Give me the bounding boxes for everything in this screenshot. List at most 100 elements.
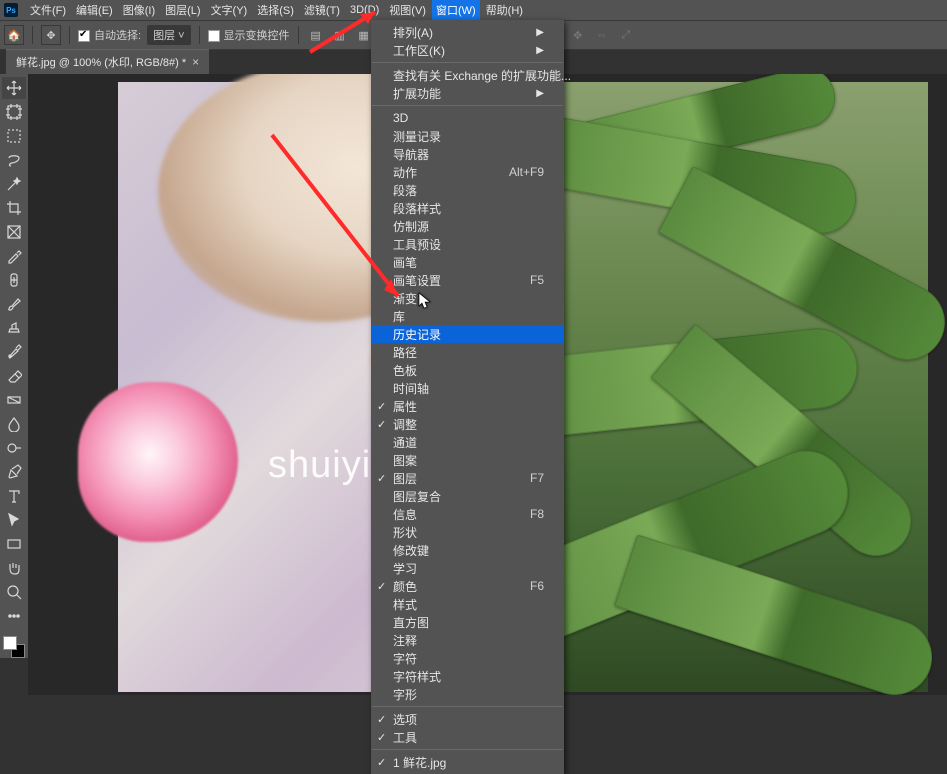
menu-item[interactable]: 图案 (371, 451, 564, 469)
menu-3d[interactable]: 3D(D) (346, 2, 383, 18)
menu-item-label: 排列(A) (393, 24, 433, 41)
eraser-tool[interactable] (2, 365, 26, 387)
lasso-tool[interactable] (2, 149, 26, 171)
hand-tool[interactable] (2, 557, 26, 579)
pen-tool[interactable] (2, 461, 26, 483)
spot-heal-tool[interactable] (2, 269, 26, 291)
menu-item[interactable]: 字符 (371, 649, 564, 667)
menu-item[interactable]: 导航器 (371, 145, 564, 163)
menu-item[interactable]: 色板 (371, 361, 564, 379)
menu-item[interactable]: ✓图层F7 (371, 469, 564, 487)
menu-item[interactable]: 直方图 (371, 613, 564, 631)
three-d-scale-icon: ⤢ (617, 26, 635, 44)
menu-item-label: 渐变 (393, 290, 417, 307)
menu-item-label: 调整 (393, 416, 417, 433)
clone-stamp-tool[interactable] (2, 317, 26, 339)
menu-item[interactable]: 字符样式 (371, 667, 564, 685)
menu-item[interactable]: 段落样式 (371, 199, 564, 217)
menu-filter[interactable]: 滤镜(T) (300, 0, 344, 20)
menu-item[interactable]: ✓1 鲜花.jpg (371, 753, 564, 771)
menu-item[interactable]: 3D (371, 109, 564, 127)
menu-item[interactable]: ✓属性 (371, 397, 564, 415)
menu-item[interactable]: 库 (371, 307, 564, 325)
menu-item[interactable]: 仿制源 (371, 217, 564, 235)
blur-tool[interactable] (2, 413, 26, 435)
edit-toolbar-icon[interactable] (2, 605, 26, 627)
align-right-icon[interactable]: ▦ (355, 26, 373, 44)
menu-item[interactable]: 时间轴 (371, 379, 564, 397)
menu-view[interactable]: 视图(V) (385, 0, 430, 20)
check-icon: ✓ (377, 580, 386, 593)
move-tool[interactable] (2, 77, 26, 99)
align-left-icon[interactable]: ▤ (307, 26, 325, 44)
menu-item[interactable]: 查找有关 Exchange 的扩展功能... (371, 66, 564, 84)
menu-item-label: 通道 (393, 434, 417, 451)
menu-item[interactable]: 历史记录 (371, 325, 564, 343)
close-tab-icon[interactable]: × (192, 55, 199, 69)
menu-help[interactable]: 帮助(H) (482, 0, 527, 20)
menu-file[interactable]: 文件(F) (26, 0, 70, 20)
history-brush-tool[interactable] (2, 341, 26, 363)
menu-item-label: 工具预设 (393, 236, 441, 253)
align-center-icon[interactable]: ▥ (331, 26, 349, 44)
menu-item[interactable]: 样式 (371, 595, 564, 613)
menu-item[interactable]: 工作区(K)▶ (371, 41, 564, 59)
document-tab[interactable]: 鲜花.jpg @ 100% (水印, RGB/8#) * × (6, 49, 209, 74)
menu-type[interactable]: 文字(Y) (207, 0, 252, 20)
menu-item[interactable]: 修改键 (371, 541, 564, 559)
menu-layer[interactable]: 图层(L) (161, 0, 204, 20)
dodge-tool[interactable] (2, 437, 26, 459)
menu-item[interactable]: 测量记录 (371, 127, 564, 145)
auto-select-checkbox[interactable]: 自动选择: (78, 27, 141, 43)
rectangle-tool[interactable] (2, 533, 26, 555)
menu-item-label: 图层复合 (393, 488, 441, 505)
menu-item[interactable]: 注释 (371, 631, 564, 649)
menu-item[interactable]: 画笔 (371, 253, 564, 271)
menu-item[interactable]: 学习 (371, 559, 564, 577)
menu-item-label: 路径 (393, 344, 417, 361)
magic-wand-tool[interactable] (2, 173, 26, 195)
menu-item[interactable]: 信息F8 (371, 505, 564, 523)
menu-item[interactable]: ✓颜色F6 (371, 577, 564, 595)
path-select-tool[interactable] (2, 509, 26, 531)
menu-item-label: 画笔设置 (393, 272, 441, 289)
eyedropper-tool[interactable] (2, 245, 26, 267)
menubar: Ps 文件(F) 编辑(E) 图像(I) 图层(L) 文字(Y) 选择(S) 滤… (0, 0, 947, 20)
menu-item-label: 查找有关 Exchange 的扩展功能... (393, 67, 571, 84)
menu-item[interactable]: 通道 (371, 433, 564, 451)
artboard-tool[interactable] (2, 101, 26, 123)
brush-tool[interactable] (2, 293, 26, 315)
menu-item[interactable]: 段落 (371, 181, 564, 199)
menu-edit[interactable]: 编辑(E) (72, 0, 117, 20)
menu-item[interactable]: 形状 (371, 523, 564, 541)
menu-item[interactable]: 画笔设置F5 (371, 271, 564, 289)
home-icon[interactable]: 🏠 (4, 25, 24, 45)
menu-item[interactable]: 字形 (371, 685, 564, 703)
zoom-tool[interactable] (2, 581, 26, 603)
menu-item[interactable]: 排列(A)▶ (371, 23, 564, 41)
menu-item-label: 图案 (393, 452, 417, 469)
menu-item[interactable]: 工具预设 (371, 235, 564, 253)
crop-tool[interactable] (2, 197, 26, 219)
auto-select-dropdown[interactable]: 图层 ˅ (147, 25, 190, 45)
menu-item[interactable]: ✓调整 (371, 415, 564, 433)
move-tool-indicator-icon[interactable]: ✥ (41, 25, 61, 45)
menu-select[interactable]: 选择(S) (253, 0, 298, 20)
show-transform-checkbox[interactable]: 显示变换控件 (208, 27, 290, 43)
menu-item[interactable]: 图层复合 (371, 487, 564, 505)
menu-item[interactable]: ✓选项 (371, 710, 564, 728)
menu-window[interactable]: 窗口(W) (432, 0, 480, 20)
menu-item[interactable]: 动作Alt+F9 (371, 163, 564, 181)
menu-item[interactable]: ✓工具 (371, 728, 564, 746)
rect-marquee-tool[interactable] (2, 125, 26, 147)
menu-item[interactable]: 渐变 (371, 289, 564, 307)
menu-item[interactable]: 扩展功能▶ (371, 84, 564, 102)
color-swatch[interactable] (3, 636, 25, 658)
gradient-tool[interactable] (2, 389, 26, 411)
menu-item[interactable]: 路径 (371, 343, 564, 361)
check-icon: ✓ (377, 756, 386, 769)
type-tool[interactable] (2, 485, 26, 507)
menu-item-label: 字符 (393, 650, 417, 667)
frame-tool[interactable] (2, 221, 26, 243)
menu-image[interactable]: 图像(I) (119, 0, 159, 20)
